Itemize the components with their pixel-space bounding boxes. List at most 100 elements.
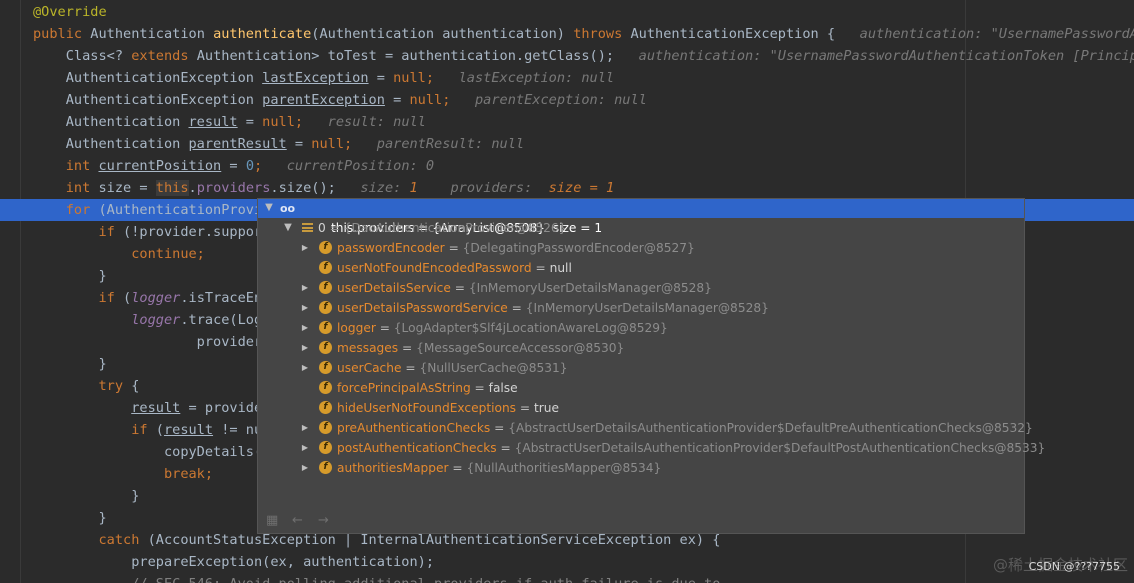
- field-icon: f: [319, 361, 332, 374]
- code-token: result: [163, 422, 214, 438]
- code-token: }: [33, 488, 140, 504]
- field-value: {NullUserCache@8531}: [419, 361, 568, 375]
- tree-row-field[interactable]: ▶ f authoritiesMapper = {NullAuthoritiesMa…: [258, 458, 1024, 478]
- code-token: null: [311, 136, 345, 152]
- code-token: AuthenticationException: [33, 92, 263, 108]
- code-token: authentication: "UsernamePasswordAuthent…: [638, 48, 1134, 64]
- tree-row-field[interactable]: ▶ f userCache = {NullUserCache@8531}: [258, 358, 1024, 378]
- code-line[interactable]: public Authentication authenticate(Authe…: [0, 23, 1134, 45]
- csdn-label: CSDN @???7755: [1028, 560, 1120, 573]
- code-line[interactable]: Authentication parentResult = null; pare…: [0, 133, 1134, 155]
- code-token: for: [33, 202, 99, 218]
- chevron-right-icon[interactable]: ▶: [300, 238, 310, 258]
- code-token: = provide: [180, 400, 263, 416]
- chevron-right-icon[interactable]: ▶: [300, 298, 310, 318]
- code-line[interactable]: Authentication result = null; result: nu…: [0, 111, 1134, 133]
- code-line[interactable]: AuthenticationException parentException …: [0, 89, 1134, 111]
- field-name: authoritiesMapper: [337, 461, 449, 475]
- code-token: parentException: [262, 92, 385, 108]
- code-line[interactable]: int currentPosition = 0; currentPosition…: [0, 155, 1134, 177]
- code-token: authentication: "UsernamePasswordAuth: [859, 26, 1134, 42]
- code-line[interactable]: AuthenticationException lastException = …: [0, 67, 1134, 89]
- code-token: extends: [131, 48, 197, 64]
- code-token: providers: [196, 180, 271, 196]
- debug-value-popup[interactable]: ▼ oo this.providers = {ArrayList@8508} s…: [257, 198, 1045, 534]
- chevron-right-icon[interactable]: ▶: [300, 338, 310, 358]
- back-arrow-icon[interactable]: ←: [292, 513, 303, 528]
- code-token: Authentication: [33, 114, 189, 130]
- code-token: (: [123, 290, 132, 306]
- code-token: result: [131, 400, 181, 416]
- field-name: forcePrincipalAsString: [337, 381, 471, 395]
- code-token: // SEC-546: Avoid polling additional pro…: [33, 576, 720, 583]
- layout-icon[interactable]: ▦: [266, 513, 278, 528]
- field-name: passwordEncoder: [337, 241, 445, 255]
- code-line[interactable]: // SEC-546: Avoid polling additional pro…: [0, 573, 1134, 583]
- field-icon: f: [319, 421, 332, 434]
- popup-footer: ▦ ← →: [258, 507, 1024, 533]
- code-token: this: [155, 180, 189, 196]
- chevron-right-icon[interactable]: ▶: [300, 458, 310, 478]
- tree-row-element-0[interactable]: ▼ 0 = {DaoAuthenticationProvider@8526}: [258, 218, 1024, 238]
- tree-row-field[interactable]: f userNotFoundEncodedPassword = null: [258, 258, 1024, 278]
- field-name: userCache: [337, 361, 402, 375]
- code-token: 1: [409, 180, 418, 196]
- popup-header-row[interactable]: ▼ oo this.providers = {ArrayList@8508} s…: [258, 199, 1024, 235]
- code-token: AuthenticationException: [33, 70, 263, 86]
- code-token: currentPosition: [98, 158, 222, 174]
- field-name: postAuthenticationChecks: [337, 441, 497, 455]
- tree-row-field[interactable]: ▶ f userDetailsService = {InMemoryUserDeta…: [258, 278, 1024, 298]
- code-token: if: [33, 422, 156, 438]
- code-token: ;: [254, 158, 263, 174]
- tree-row-field[interactable]: ▶ f postAuthenticationChecks = {AbstractUs…: [258, 438, 1045, 458]
- watch-object-icon: oo: [280, 202, 296, 215]
- chevron-right-icon[interactable]: ▶: [300, 418, 310, 438]
- code-token: catch: [33, 532, 148, 548]
- chevron-right-icon[interactable]: ▶: [300, 278, 310, 298]
- field-name: messages: [337, 341, 399, 355]
- code-line[interactable]: int size = this.providers.size(); size: …: [0, 177, 1134, 199]
- code-token: public: [33, 26, 91, 42]
- chevron-right-icon[interactable]: ▶: [300, 358, 310, 378]
- field-value: {InMemoryUserDetailsManager@8528}: [468, 281, 712, 295]
- element-value: = {DaoAuthenticationProvider@8526}: [325, 221, 567, 235]
- tree-row-field[interactable]: ▶ f messages = {MessageSourceAccessor@8530…: [258, 338, 1024, 358]
- chevron-right-icon[interactable]: ▶: [300, 318, 310, 338]
- code-line[interactable]: Class<? extends Authentication> toTest =…: [0, 45, 1134, 67]
- tree-row-field[interactable]: ▶ f userDetailsPasswordService = {InMemory…: [258, 298, 1024, 318]
- code-line[interactable]: prepareException(ex, authentication);: [0, 551, 1134, 573]
- code-token: int: [33, 180, 99, 196]
- code-token: .: [188, 180, 197, 196]
- forward-arrow-icon[interactable]: →: [318, 513, 329, 528]
- chevron-down-icon[interactable]: ▼: [283, 218, 293, 238]
- code-token: copyDetails(: [33, 444, 263, 460]
- code-token: provider: [33, 334, 263, 350]
- list-element-icon: [302, 223, 313, 232]
- code-token: size =: [98, 180, 156, 196]
- code-token: ;: [294, 114, 304, 130]
- field-value: {InMemoryUserDetailsManager@8528}: [525, 301, 769, 315]
- chevron-down-icon[interactable]: ▼: [264, 202, 274, 213]
- code-token: null: [393, 70, 426, 86]
- chevron-right-icon[interactable]: ▶: [300, 438, 310, 458]
- code-token: (Authentication authentication): [311, 26, 574, 42]
- code-token: prepareException(ex, authentication);: [33, 554, 435, 570]
- tree-row-field[interactable]: ▶ f preAuthenticationChecks = {AbstractUse…: [258, 418, 1033, 438]
- code-token: .trace(Log: [180, 312, 263, 328]
- code-token: result: null: [303, 114, 426, 130]
- tree-row-field[interactable]: ▶ f passwordEncoder = {DelegatingPasswordE…: [258, 238, 1024, 258]
- tree-row-field[interactable]: ▶ f logger = {LogAdapter$Slf4jLocationAwar…: [258, 318, 1024, 338]
- code-token: logger: [131, 290, 181, 306]
- code-token: }: [33, 510, 107, 526]
- code-editor[interactable]: @Override public Authentication authentic…: [0, 0, 1134, 583]
- code-token: =: [237, 114, 263, 130]
- code-token: .isTraceEn: [180, 290, 263, 306]
- code-token: parentResult: null: [352, 136, 525, 152]
- code-token: AuthenticationException {: [630, 26, 860, 42]
- code-line[interactable]: @Override: [0, 1, 1134, 23]
- code-token: ;: [344, 136, 353, 152]
- tree-row-field[interactable]: f hideUserNotFoundExceptions = true: [258, 398, 1024, 418]
- tree-row-field[interactable]: f forcePrincipalAsString = false: [258, 378, 1024, 398]
